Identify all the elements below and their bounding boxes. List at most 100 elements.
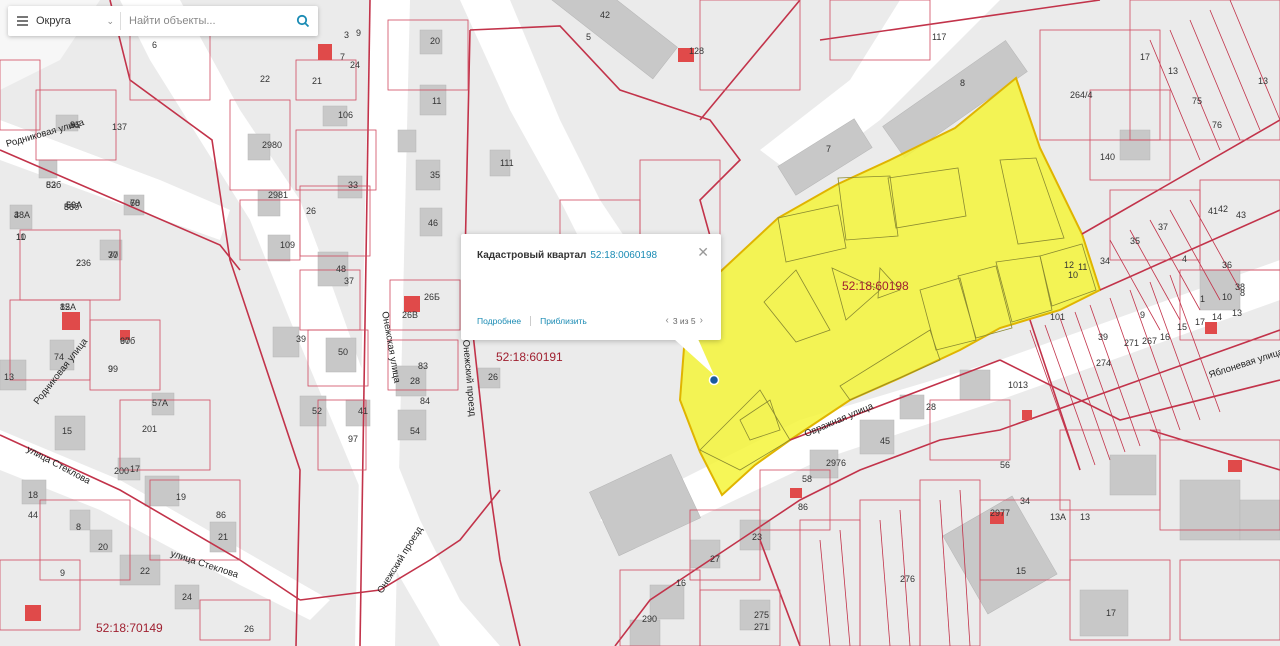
parcel-number: 28 <box>410 376 420 386</box>
parcel-number: 42 <box>1218 204 1228 214</box>
cadastral-number-link[interactable]: 52:18:0060198 <box>590 250 657 261</box>
parcel-number: 290 <box>642 614 657 624</box>
parcel-number: 15 <box>1016 566 1026 576</box>
parcel-number: 37 <box>344 276 354 286</box>
parcel-number: 2976 <box>826 458 846 468</box>
chevron-right-icon[interactable]: › <box>700 315 703 326</box>
parcel-number: 57А <box>152 398 168 408</box>
parcel-number: 18 <box>28 490 38 500</box>
parcel-number: 236 <box>76 258 91 268</box>
parcel-number: 41 <box>358 406 368 416</box>
search-input[interactable] <box>121 14 288 28</box>
quarter-label: 52:18:60191 <box>496 350 563 364</box>
parcel-number: 35 <box>1130 236 1140 246</box>
parcel-number: 137 <box>112 122 127 132</box>
parcel-number: 74 <box>54 352 64 362</box>
more-link[interactable]: Подробнее <box>477 316 521 326</box>
parcel-number: 109 <box>280 240 295 250</box>
pager: ‹ 3 из 5 › <box>661 315 707 326</box>
parcel-number: 2977 <box>990 508 1010 518</box>
parcel-number: 60 <box>120 336 130 346</box>
parcel-number: 46 <box>428 218 438 228</box>
parcel-number: 11 <box>1078 262 1087 272</box>
parcel-number: 1013 <box>1008 380 1028 390</box>
parcel-number: 101 <box>1050 312 1065 322</box>
info-popup: Кадастровый квартал 52:18:0060198 ✕ Подро… <box>461 234 721 375</box>
popup-pointer <box>674 339 714 375</box>
zoom-link[interactable]: Приблизить <box>540 316 587 326</box>
chevron-left-icon[interactable]: ‹ <box>665 315 668 326</box>
parcel-number: 17 <box>1195 317 1205 327</box>
parcel-number: 200 <box>114 466 129 476</box>
parcel-number: 58 <box>802 474 812 484</box>
parcel-number: 17 <box>1106 608 1116 618</box>
parcel-number: 86 <box>216 510 226 520</box>
parcel-number: 15 <box>1177 322 1187 332</box>
parcel-number: 11 <box>16 232 25 242</box>
quarter-label: 52:18:60198 <box>842 279 909 293</box>
menu-icon[interactable] <box>8 6 36 36</box>
parcel-number: 9 <box>60 568 65 578</box>
district-select-label: Округа <box>36 15 71 27</box>
parcel-number: 10 <box>1222 292 1232 302</box>
parcel-number: 19 <box>176 492 186 502</box>
parcel-number: 45 <box>880 436 890 446</box>
parcel-number: 37 <box>1158 222 1168 232</box>
parcel-number: 84 <box>420 396 430 406</box>
popup-footer: Подробнее Приблизить ‹ 3 из 5 › <box>477 315 707 326</box>
parcel-number: 8 <box>960 78 965 88</box>
parcel-number: 37 <box>108 250 118 260</box>
parcel-number: 14 <box>1212 312 1222 322</box>
pager-text: 3 из 5 <box>672 315 696 326</box>
parcel-number: 86 <box>798 502 808 512</box>
parcel-number: 9 <box>108 364 113 374</box>
parcel-number: 24 <box>350 60 360 70</box>
parcel-number: 274 <box>1096 358 1111 368</box>
parcel-number: 13А <box>1050 512 1066 522</box>
parcel-number: 117 <box>932 32 946 42</box>
parcel-number: 52 <box>312 406 322 416</box>
parcel-number: 83 <box>418 361 428 371</box>
parcel-number: 276 <box>900 574 915 584</box>
parcel-number: 2980 <box>262 140 282 150</box>
parcel-number: 12А <box>60 302 76 312</box>
parcel-number: 23 <box>752 532 762 542</box>
parcel-number: 140 <box>1100 152 1115 162</box>
parcel-number: 2981 <box>268 190 288 200</box>
parcel-number: 42 <box>600 10 610 20</box>
close-icon[interactable]: ✕ <box>697 244 709 261</box>
parcel-number: 271 <box>754 622 769 632</box>
parcel-number: 20 <box>430 36 440 46</box>
parcel-number: 26Б <box>424 292 440 302</box>
parcel-number: 201 <box>142 424 157 434</box>
parcel-number: 50 <box>338 347 348 357</box>
parcel-number: 70 <box>130 198 140 208</box>
parcel-number: 12 <box>1064 260 1074 270</box>
parcel-number: 271 <box>1124 338 1139 348</box>
parcel-number: 267 <box>1142 336 1157 346</box>
parcel-number: 41 <box>1208 206 1218 216</box>
parcel-number: 264/4 <box>1070 90 1093 100</box>
search-bar: Округа ⌄ <box>8 6 318 36</box>
parcel-number: 21 <box>312 76 322 86</box>
parcel-number: 13 <box>1232 308 1242 318</box>
parcel-number: 275 <box>754 610 769 620</box>
popup-title: Кадастровый квартал 52:18:0060198 <box>477 250 657 261</box>
parcel-number: 13 <box>4 372 14 382</box>
parcel-number: 33 <box>348 180 358 190</box>
parcel-number: 13 <box>1168 66 1178 76</box>
parcel-number: 111 <box>500 158 514 168</box>
parcel-number: 6 <box>152 40 157 50</box>
parcel-number: 128 <box>689 46 704 56</box>
parcel-number: 39 <box>296 334 306 344</box>
parcel-number: 4 <box>1182 254 1187 264</box>
parcel-number: 27 <box>710 554 720 564</box>
parcel-number: 50А <box>66 200 82 210</box>
district-select[interactable]: Округа ⌄ <box>36 12 121 30</box>
parcel-number: 26 <box>488 372 498 382</box>
parcel-number: 3 <box>344 30 349 40</box>
search-icon[interactable] <box>288 14 318 28</box>
parcel-number: 48 <box>336 264 346 274</box>
parcel-number: 13 <box>1080 512 1090 522</box>
parcel-number: 7 <box>340 52 345 62</box>
